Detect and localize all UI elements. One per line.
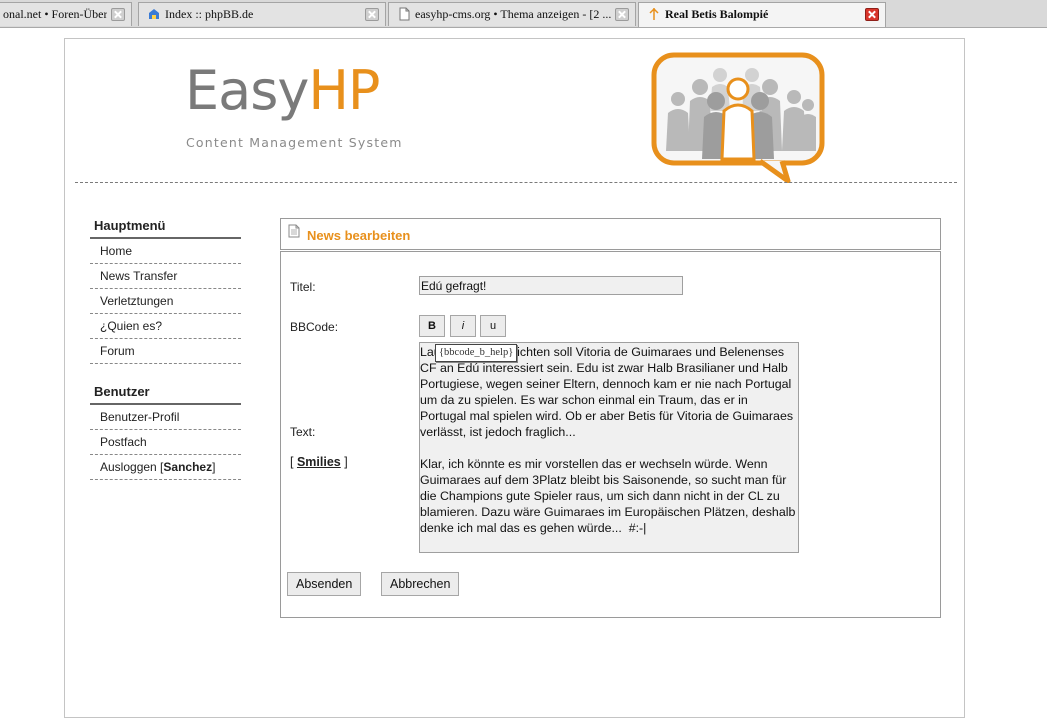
news-edit-header: News bearbeiten [280, 218, 941, 250]
tab-close-icon[interactable] [865, 8, 879, 21]
sidebar-item-quien-es[interactable]: ¿Quien es? [90, 315, 241, 339]
phpbb-favicon-icon [149, 9, 159, 19]
browser-tab-1[interactable]: onal.net • Foren-Über... [0, 2, 132, 26]
sidebar-item-verletztungen[interactable]: Verletztungen [90, 290, 241, 314]
smilies-close: ] [344, 455, 348, 469]
sidebar-item-forum[interactable]: Forum [90, 340, 241, 364]
tab-title: Real Betis Balompié [665, 7, 769, 21]
smilies-link[interactable]: Smilies [297, 455, 341, 469]
browser-tab-4[interactable]: Real Betis Balompié [638, 2, 886, 27]
logo-easy: Easy [185, 59, 309, 122]
sidebar-item-postfach[interactable]: Postfach [90, 431, 241, 455]
smilies-link-wrapper: [ Smilies ] [290, 455, 348, 469]
tab-close-icon[interactable] [365, 8, 379, 21]
main-menu-rule [90, 237, 241, 239]
sidebar-item-home[interactable]: Home [90, 240, 241, 264]
title-input[interactable] [419, 276, 683, 295]
news-edit-form: Titel: BBCode: B i u Text: Laut diversen… [280, 251, 941, 618]
logout-username: Sanchez [163, 460, 213, 474]
header-divider [75, 182, 957, 183]
user-menu-title: Benutzer [94, 384, 150, 399]
smilies-open: [ [290, 455, 294, 469]
bbcode-bold-button[interactable]: B [419, 315, 445, 337]
tab-title: onal.net • Foren-Über... [3, 7, 107, 21]
browser-tab-2[interactable]: Index :: phpBB.de [138, 2, 386, 26]
tab-close-icon[interactable] [615, 8, 629, 21]
title-label: Titel: [290, 280, 316, 294]
news-text-area[interactable]: Laut diversen Berichten soll Vitoria de … [419, 342, 799, 553]
submit-button[interactable]: Absenden [287, 572, 362, 596]
sidebar-item-logout[interactable]: Ausloggen [Sanchez] [90, 456, 241, 480]
text-label: Text: [290, 425, 316, 439]
logo-tagline: Content Management System [186, 135, 403, 150]
sidebar-item-profile[interactable]: Benutzer-Profil [90, 406, 241, 430]
page-container: EasyHP Content Management System Hauptme… [64, 38, 965, 718]
bbcode-help-tooltip: {bbcode_b_help} [435, 344, 518, 362]
bbcode-italic-button[interactable]: i [450, 315, 476, 337]
cancel-button[interactable]: Abbrechen [381, 572, 460, 596]
page-title: News bearbeiten [307, 228, 411, 243]
tab-title: easyhp-cms.org • Thema anzeigen - [2 ... [415, 7, 611, 21]
logout-suffix: ] [212, 460, 216, 474]
tab-title: Index :: phpBB.de [165, 7, 254, 21]
sidebar-item-news-transfer[interactable]: News Transfer [90, 265, 241, 289]
loading-favicon-icon [649, 7, 659, 20]
tab-close-icon[interactable] [111, 8, 125, 21]
logo-hp: HP [308, 59, 380, 122]
document-icon [399, 7, 410, 21]
community-speech-bubble-icon [651, 52, 825, 183]
document-icon [288, 224, 300, 238]
main-menu-title: Hauptmenü [94, 218, 166, 233]
bbcode-label: BBCode: [290, 320, 339, 334]
bbcode-underline-button[interactable]: u [480, 315, 506, 337]
site-logo[interactable]: EasyHP [185, 59, 380, 122]
logout-label: Ausloggen [ [100, 460, 164, 474]
browser-tab-bar: onal.net • Foren-Über... Index :: phpBB.… [0, 0, 1047, 28]
user-menu-rule [90, 403, 241, 405]
browser-tab-3[interactable]: easyhp-cms.org • Thema anzeigen - [2 ... [388, 2, 636, 26]
